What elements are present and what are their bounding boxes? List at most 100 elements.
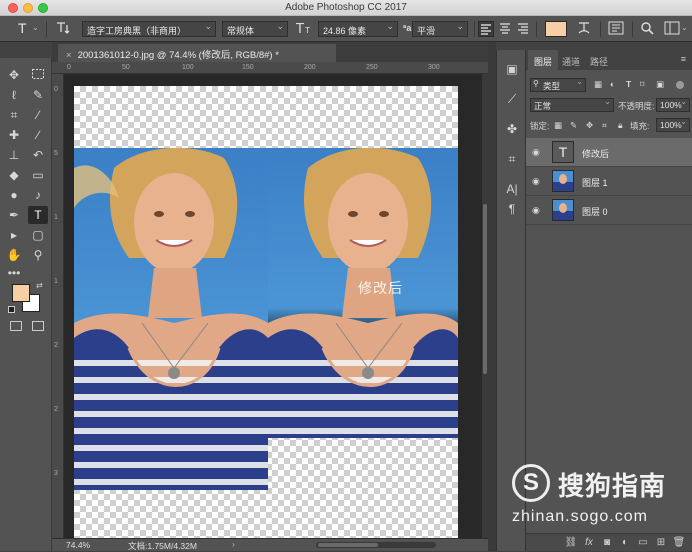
default-colors-icon[interactable] <box>8 306 15 313</box>
lock-artboard-icon[interactable]: ⌗ <box>602 120 607 131</box>
tool-preset-chevron-icon[interactable]: ⌄ <box>32 23 39 41</box>
tab-layers[interactable]: 图层 <box>528 50 559 70</box>
lock-row: 锁定: ▦ ✎ ✥ ⌗ 🔒︎ 填充: 100% <box>526 116 692 136</box>
plugins-panel-icon[interactable]: ✤ <box>503 120 521 138</box>
path-selection-tool-icon[interactable]: ▸ <box>4 226 24 244</box>
align-right-icon[interactable] <box>516 21 530 39</box>
adjustment-layer-icon[interactable]: ◐ <box>618 536 632 550</box>
screen-mode-icon[interactable] <box>32 321 44 331</box>
eyedropper-tool-icon[interactable]: ⁄ <box>28 106 48 124</box>
panel-menu-icon[interactable]: ≡ <box>681 54 686 64</box>
close-tab-icon[interactable]: × <box>66 50 72 61</box>
align-left-icon[interactable] <box>478 21 494 37</box>
layer-row-image[interactable]: ◉ 图层 1 <box>526 167 692 196</box>
lock-transparency-icon[interactable]: ▦ <box>554 120 562 131</box>
history-brush-tool-icon[interactable]: ↶ <box>28 146 48 164</box>
layer-row-image[interactable]: ◉ 图层 0 <box>526 196 692 225</box>
document-tab[interactable]: × 2001361012-0.jpg @ 74.4% (修改后, RGB/8#) … <box>58 44 336 62</box>
tab-channels[interactable]: 通道 <box>556 50 586 70</box>
anti-alias-select[interactable]: 平滑 <box>412 21 468 37</box>
zoom-level[interactable]: 74.4% <box>66 540 90 550</box>
workspace-chevron-icon[interactable]: ⌄ <box>681 23 688 41</box>
lock-all-icon[interactable]: 🔒︎ <box>618 120 623 131</box>
swap-colors-icon[interactable]: ⇄ <box>36 281 43 290</box>
layer-name: 图层 0 <box>582 207 608 217</box>
font-family-select[interactable]: 造字工房典黑（非商用） <box>82 21 216 37</box>
lock-pixels-icon[interactable]: ✎ <box>570 120 577 131</box>
visibility-eye-icon[interactable]: ◉ <box>532 147 544 157</box>
quick-mask-icon[interactable] <box>10 321 22 331</box>
filter-smart-object-icon[interactable]: ▣ <box>656 79 664 90</box>
clone-stamp-tool-icon[interactable]: ⊥ <box>4 146 24 164</box>
new-group-icon[interactable]: ▭ <box>636 536 650 550</box>
options-bar: T ⌄ 造字工房典黑（非商用） 常规体 TT 24.86 像素 ªa 平滑 ⌄ <box>0 16 692 42</box>
zoom-tool-icon[interactable]: ⚲ <box>28 246 48 264</box>
filter-type-icon[interactable]: T <box>626 79 631 89</box>
paragraph-panel-icon[interactable]: ¶ <box>503 200 521 218</box>
curves-panel-icon[interactable]: ⟋ <box>503 90 521 108</box>
character-panel-icon[interactable] <box>608 21 624 39</box>
text-orientation-icon[interactable] <box>56 21 72 39</box>
font-size-select[interactable]: 24.86 像素 <box>318 21 398 37</box>
rectangle-tool-icon[interactable]: ▢ <box>28 226 48 244</box>
horizontal-scrollbar[interactable] <box>316 542 436 548</box>
filter-toggle[interactable] <box>676 81 684 89</box>
history-panel-icon[interactable]: ▣ <box>503 60 521 78</box>
canvas-area[interactable]: 修改后 <box>64 74 488 538</box>
text-color-swatch[interactable] <box>545 21 567 37</box>
layer-name: 修改后 <box>582 149 610 159</box>
tab-paths[interactable]: 路径 <box>584 50 614 70</box>
svg-text:T: T <box>304 26 310 35</box>
character-panel-icon[interactable]: A| <box>503 180 521 198</box>
layer-style-icon[interactable]: fx <box>582 536 596 550</box>
status-arrow-icon[interactable]: › <box>232 539 235 549</box>
lasso-tool-icon[interactable]: ℓ <box>4 86 24 104</box>
visibility-eye-icon[interactable]: ◉ <box>532 205 544 215</box>
toolbox: ✥ ℓ ✎ ⌗ ⁄ ✚ ∕ ⊥ ↶ ◆ ▭ ● ♪ ✒ T ▸ ▢ ✋ ⚲ ••… <box>0 58 52 551</box>
quick-selection-tool-icon[interactable]: ✎ <box>28 86 48 104</box>
delete-layer-icon[interactable]: 🗑︎ <box>672 536 686 550</box>
new-layer-icon[interactable]: ⊞ <box>654 536 668 550</box>
foreground-color-swatch[interactable] <box>12 284 30 302</box>
layer-row-text[interactable]: ◉ T 修改后 <box>526 138 692 167</box>
type-tool-icon[interactable]: T <box>28 206 48 224</box>
watermark: S 搜狗指南 zhinan.sogo.com <box>510 460 680 530</box>
lock-position-icon[interactable]: ✥ <box>586 120 593 131</box>
layer-name: 图层 1 <box>582 178 608 188</box>
search-icon[interactable] <box>640 21 654 39</box>
blur-tool-icon[interactable]: ● <box>4 186 24 204</box>
add-mask-icon[interactable]: ◙ <box>600 536 614 550</box>
scroll-thumb[interactable] <box>318 543 378 547</box>
layer-filter-select[interactable]: ⚲ 类型 <box>530 78 586 92</box>
pen-tool-icon[interactable]: ✒ <box>4 206 24 224</box>
font-style-select[interactable]: 常规体 <box>222 21 288 37</box>
fill-input[interactable]: 100% <box>656 118 690 132</box>
move-tool-icon[interactable]: ✥ <box>4 66 24 84</box>
eraser-tool-icon[interactable]: ◆ <box>4 166 24 184</box>
gradient-tool-icon[interactable]: ▭ <box>28 166 48 184</box>
healing-brush-tool-icon[interactable]: ✚ <box>4 126 24 144</box>
visibility-eye-icon[interactable]: ◉ <box>532 176 544 186</box>
marquee-tool-icon[interactable] <box>28 66 48 84</box>
type-tool-icon[interactable]: T <box>18 20 27 38</box>
font-size-icon: TT <box>295 21 314 39</box>
more-tools-icon[interactable]: ••• <box>4 264 24 282</box>
canvas-text-layer[interactable]: 修改后 <box>358 278 403 298</box>
hand-tool-icon[interactable]: ✋ <box>4 246 24 264</box>
filter-pixel-icon[interactable]: ▦ <box>594 79 602 90</box>
crop-tool-icon[interactable]: ⌗ <box>4 106 24 124</box>
workspace-icon[interactable] <box>664 21 680 39</box>
scroll-thumb[interactable] <box>483 204 487 374</box>
divider <box>600 21 601 37</box>
brush-tool-icon[interactable]: ∕ <box>28 126 48 144</box>
filter-adjustment-icon[interactable]: ◐ <box>610 79 615 89</box>
align-center-icon[interactable] <box>498 21 512 39</box>
anti-alias-icon: ªa <box>403 23 412 33</box>
link-layers-icon[interactable]: ⛓ <box>564 536 578 550</box>
blend-mode-select[interactable]: 正常 <box>530 98 614 112</box>
filter-shape-icon[interactable]: ⌑ <box>640 79 644 90</box>
opacity-input[interactable]: 100% <box>656 98 690 112</box>
crop-panel-icon[interactable]: ⌗ <box>503 150 521 168</box>
dodge-tool-icon[interactable]: ♪ <box>28 186 48 204</box>
warp-text-icon[interactable] <box>576 20 592 38</box>
